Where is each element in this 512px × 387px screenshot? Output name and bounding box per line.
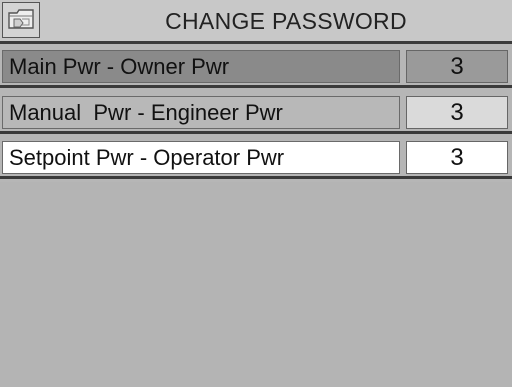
row-label: Main Pwr - Owner Pwr [2,50,400,83]
page-title: CHANGE PASSWORD [165,7,407,34]
folder-back-icon [6,4,36,37]
row-value-field[interactable]: 3 [406,141,508,174]
change-password-screen: CHANGE PASSWORD Main Pwr - Owner Pwr 3 M… [0,0,512,387]
password-row-manual-engineer[interactable]: Manual Pwr - Engineer Pwr 3 [0,92,512,134]
header-bar: CHANGE PASSWORD [0,0,512,44]
row-label: Setpoint Pwr - Operator Pwr [2,141,400,174]
row-label: Manual Pwr - Engineer Pwr [2,96,400,129]
back-button[interactable] [2,2,40,38]
password-row-main-owner[interactable]: Main Pwr - Owner Pwr 3 [0,46,512,88]
empty-content-area [0,182,512,387]
row-divider [0,85,512,88]
row-divider [0,176,512,179]
row-value-field[interactable]: 3 [406,50,508,83]
password-row-setpoint-operator[interactable]: Setpoint Pwr - Operator Pwr 3 [0,137,512,179]
row-value-field[interactable]: 3 [406,96,508,129]
row-divider [0,131,512,134]
